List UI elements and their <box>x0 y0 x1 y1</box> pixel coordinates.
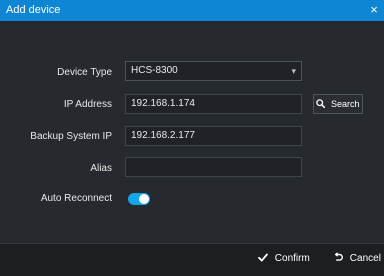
backup-system-ip-label: Backup System IP <box>30 131 112 142</box>
undo-icon <box>333 252 346 264</box>
cancel-button[interactable]: Cancel <box>333 252 381 266</box>
auto-reconnect-toggle[interactable] <box>128 193 150 205</box>
ip-address-value: 192.168.1.174 <box>131 98 195 109</box>
search-icon <box>316 99 328 109</box>
ip-address-label: IP Address <box>63 99 112 110</box>
device-type-select[interactable]: HCS-8300 ▾ <box>125 61 302 81</box>
close-icon: × <box>370 2 378 17</box>
check-icon <box>258 253 271 264</box>
dialog-footer: Confirm Cancel <box>0 243 384 276</box>
alias-label: Alias <box>90 163 112 174</box>
toggle-knob <box>139 194 149 204</box>
add-device-dialog: Add device × Device Type HCS-8300 ▾ IP A… <box>0 0 384 276</box>
device-type-value: HCS-8300 <box>131 65 178 76</box>
dialog-title: Add device <box>6 4 61 16</box>
confirm-button[interactable]: Confirm <box>258 252 310 266</box>
cancel-label: Cancel <box>349 253 381 264</box>
confirm-label: Confirm <box>274 253 310 264</box>
ip-address-field[interactable]: 192.168.1.174 <box>125 94 302 114</box>
search-label: Search <box>330 99 360 109</box>
backup-system-ip-field[interactable]: 192.168.2.177 <box>125 126 302 146</box>
auto-reconnect-label: Auto Reconnect <box>40 193 112 204</box>
backup-system-ip-value: 192.168.2.177 <box>131 130 195 141</box>
close-button[interactable]: × <box>367 2 381 18</box>
title-bar: Add device × <box>0 0 384 21</box>
chevron-down-icon: ▾ <box>291 66 296 76</box>
alias-field[interactable] <box>125 157 302 177</box>
search-button[interactable]: Search <box>313 94 363 114</box>
device-type-label: Device Type <box>57 67 112 78</box>
